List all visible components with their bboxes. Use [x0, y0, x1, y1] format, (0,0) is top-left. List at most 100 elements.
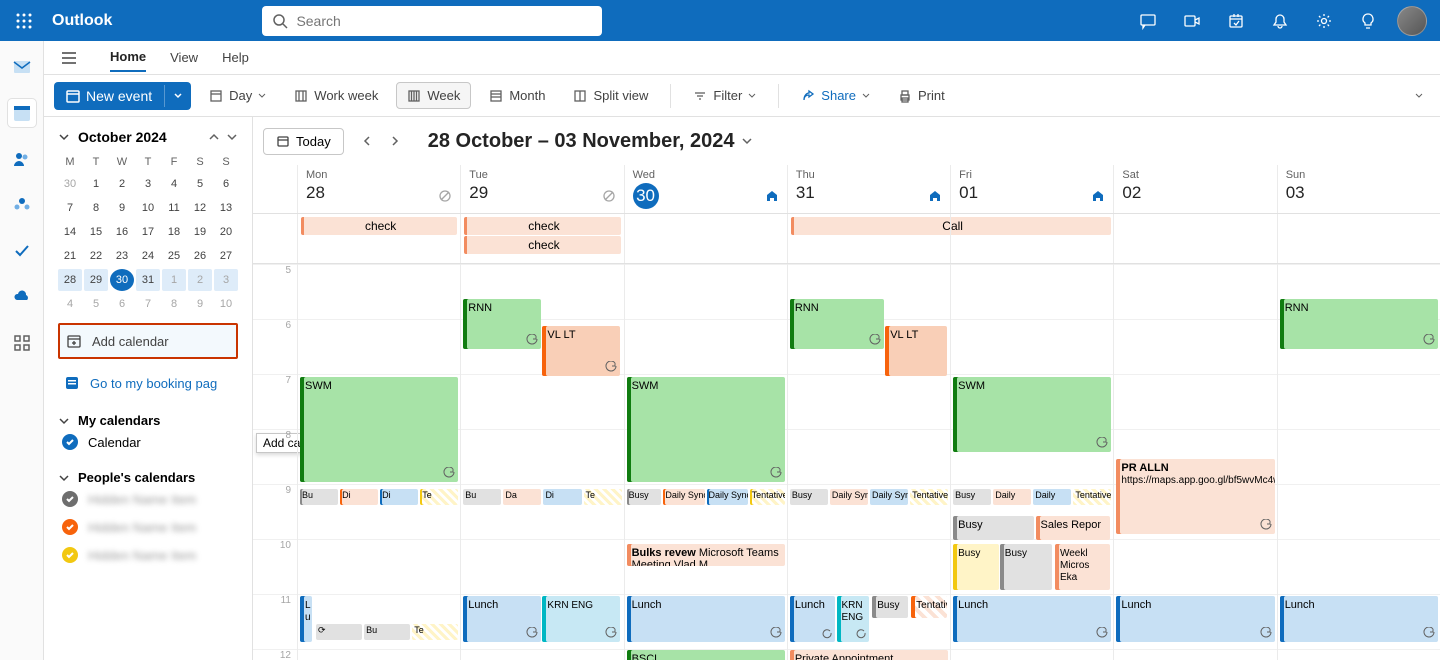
mini-cal-day[interactable]: 2 [188, 269, 212, 291]
filter-button[interactable]: Filter [683, 83, 766, 108]
people-calendar-item[interactable]: Hidden Name Item [58, 541, 238, 569]
mini-cal-day[interactable]: 10 [214, 293, 238, 315]
mini-cal-day[interactable]: 1 [162, 269, 186, 291]
mini-cal-day[interactable]: 8 [84, 197, 108, 219]
mini-cal-day[interactable]: 17 [136, 221, 160, 243]
mini-cal-day[interactable]: 16 [110, 221, 134, 243]
event[interactable]: Lunch [463, 596, 541, 642]
mini-cal-day[interactable]: 9 [188, 293, 212, 315]
week-view-button[interactable]: Week [396, 82, 471, 109]
event[interactable]: KRN ENG [837, 596, 869, 642]
event[interactable]: Lunch [790, 596, 835, 642]
hamburger-icon[interactable] [60, 49, 78, 67]
ribbon-expand-icon[interactable] [1414, 91, 1430, 101]
mail-rail-icon[interactable] [8, 53, 36, 81]
next-week-button[interactable] [382, 128, 408, 154]
mini-cal-day[interactable]: 22 [84, 245, 108, 267]
event[interactable]: SWM [627, 377, 785, 482]
tab-help[interactable]: Help [222, 44, 249, 71]
event[interactable]: KRN ENG [542, 596, 620, 642]
todo-rail-icon[interactable] [8, 237, 36, 265]
date-range[interactable]: 28 October – 03 November, 2024 [428, 130, 753, 153]
mini-cal-day[interactable]: 25 [162, 245, 186, 267]
today-button[interactable]: Today [263, 128, 344, 155]
people-rail-icon[interactable] [8, 145, 36, 173]
mini-cal-day[interactable]: 13 [214, 197, 238, 219]
allday-event[interactable]: check [301, 217, 457, 235]
day-column-tue[interactable]: RNN VL LT Bu Da Di Te Lunch KRN ENG [460, 264, 623, 660]
mini-cal-day[interactable]: 30 [58, 173, 82, 195]
mini-cal-day[interactable]: 27 [214, 245, 238, 267]
event[interactable]: VL LT [885, 326, 947, 376]
notifications-icon[interactable] [1260, 0, 1300, 41]
booking-page-link[interactable]: Go to my booking pag [58, 367, 238, 399]
tips-icon[interactable] [1348, 0, 1388, 41]
event[interactable]: Busy [953, 516, 1034, 540]
calendar-rail-icon[interactable] [8, 99, 36, 127]
event[interactable]: Private Appointment [790, 650, 948, 660]
prev-month-icon[interactable] [206, 130, 220, 144]
event[interactable]: RNN [790, 299, 884, 349]
mini-cal-day[interactable]: 4 [162, 173, 186, 195]
tab-view[interactable]: View [170, 44, 198, 71]
day-column-sat[interactable]: PR ALLNhttps://maps.app.goo.gl/bf5wvMc4w… [1113, 264, 1276, 660]
mini-cal-day[interactable]: 7 [58, 197, 82, 219]
event[interactable]: Busy [1000, 544, 1052, 590]
mini-cal-day[interactable]: 23 [110, 245, 134, 267]
work-week-button[interactable]: Work week [284, 83, 388, 108]
event[interactable]: SWM [300, 377, 458, 482]
search-field[interactable] [296, 13, 592, 29]
day-column-fri[interactable]: SWM Busy Daily Daily Tentative Busy Sale… [950, 264, 1113, 660]
my-calendars-group[interactable]: My calendars [58, 413, 238, 428]
groups-rail-icon[interactable] [8, 191, 36, 219]
mini-cal-day[interactable]: 3 [214, 269, 238, 291]
teams-chat-icon[interactable] [1128, 0, 1168, 41]
mini-cal-day[interactable]: 21 [58, 245, 82, 267]
calendar-item[interactable]: Calendar [58, 428, 238, 456]
mini-cal-day[interactable]: 10 [136, 197, 160, 219]
mini-calendar[interactable]: MTWTFSS301234567891011121314151617181920… [58, 153, 238, 315]
share-button[interactable]: Share [791, 83, 880, 108]
day-column-mon[interactable]: SWM Bu Di Di Te L u ⟳ Bu Te [297, 264, 460, 660]
mini-cal-day[interactable]: 8 [162, 293, 186, 315]
allday-event[interactable]: check [464, 217, 620, 235]
mini-cal-day[interactable]: 9 [110, 197, 134, 219]
event[interactable]: Tentative [911, 596, 947, 618]
mini-cal-day[interactable]: 14 [58, 221, 82, 243]
print-button[interactable]: Print [888, 83, 955, 108]
mini-cal-day[interactable]: 11 [162, 197, 186, 219]
mini-cal-day[interactable]: 29 [84, 269, 108, 291]
month-collapse-icon[interactable] [58, 131, 70, 143]
day-column-sun[interactable]: RNN Lunch [1277, 264, 1440, 660]
event[interactable]: Lunch [627, 596, 785, 642]
event[interactable]: WeeklMicros Eka [1055, 544, 1110, 590]
mini-cal-day[interactable]: 26 [188, 245, 212, 267]
settings-icon[interactable] [1304, 0, 1344, 41]
month-view-button[interactable]: Month [479, 83, 555, 108]
mini-cal-day[interactable]: 19 [188, 221, 212, 243]
new-event-button[interactable]: New event [54, 82, 164, 110]
people-calendars-group[interactable]: People's calendars [58, 470, 238, 485]
people-calendar-item[interactable]: Hidden Name Item [58, 485, 238, 513]
event[interactable]: RNN [463, 299, 541, 349]
mini-cal-day[interactable]: 28 [58, 269, 82, 291]
app-launcher[interactable] [0, 13, 48, 29]
new-event-dropdown[interactable] [164, 85, 191, 107]
event[interactable]: Busy [953, 544, 998, 590]
mini-cal-day[interactable]: 24 [136, 245, 160, 267]
event[interactable]: SWM [953, 377, 1111, 452]
mini-cal-day[interactable]: 1 [84, 173, 108, 195]
prev-week-button[interactable] [354, 128, 380, 154]
mini-cal-day[interactable]: 3 [136, 173, 160, 195]
day-view-button[interactable]: Day [199, 83, 276, 108]
onedrive-rail-icon[interactable] [8, 283, 36, 311]
my-day-icon[interactable] [1216, 0, 1256, 41]
mini-cal-day[interactable]: 12 [188, 197, 212, 219]
more-apps-rail-icon[interactable] [8, 329, 36, 357]
day-column-thu[interactable]: RNN VL LT Busy Daily Syn Daily Syn Tenta… [787, 264, 950, 660]
event[interactable]: Lunch [953, 596, 1111, 642]
next-month-icon[interactable] [224, 130, 238, 144]
mini-cal-day[interactable]: 7 [136, 293, 160, 315]
event[interactable]: Bulks revew Microsoft Teams Meeting Vlad… [627, 544, 785, 566]
people-calendar-item[interactable]: Hidden Name Item [58, 513, 238, 541]
